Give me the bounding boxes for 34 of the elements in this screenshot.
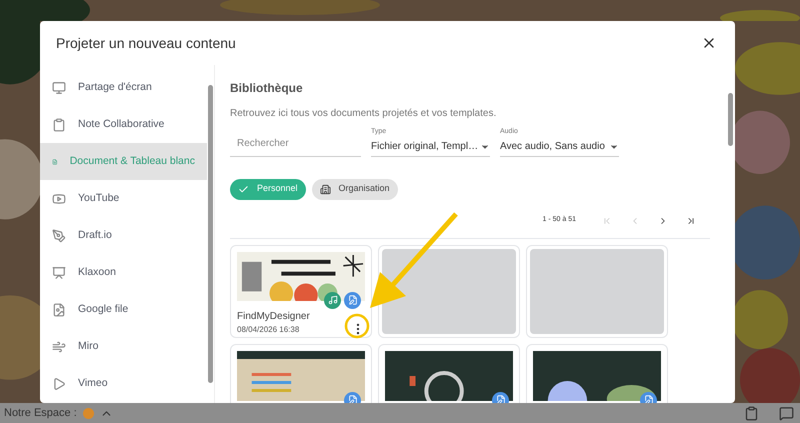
sidebar-item[interactable]: Vimeo <box>40 365 207 402</box>
document-card[interactable]: FindMyDesigner 08/04/2026 16:38 <box>230 244 372 338</box>
dialog-title: Projeter un nouveau contenu <box>56 34 236 53</box>
chat-icon[interactable] <box>779 406 794 420</box>
sidebar-item[interactable]: YouTube <box>40 180 207 217</box>
sidebar-item[interactable]: Note Collaborative <box>40 106 207 143</box>
first-page-icon <box>602 216 612 226</box>
filter-chip[interactable]: Organisation <box>312 178 398 200</box>
stripes-icon <box>52 340 66 354</box>
play-icon <box>52 376 66 390</box>
sidebar-item[interactable]: Partage d'écran <box>40 69 207 106</box>
library-title: Bibliothèque <box>230 80 304 97</box>
play-icon <box>52 192 66 206</box>
document-name: FindMyDesigner <box>237 310 310 324</box>
sidebar-item[interactable]: Klaxoon <box>40 254 207 291</box>
clipboard-icon[interactable] <box>744 406 759 420</box>
board-icon <box>52 266 66 280</box>
pen-icon <box>52 228 66 242</box>
last-page-icon <box>686 216 696 226</box>
check-icon <box>238 184 249 194</box>
monitor-icon <box>52 80 66 94</box>
space-label: Notre Espace : <box>4 406 77 421</box>
scrollbar <box>728 93 732 146</box>
library-subtitle: Retrouvez ici tous vos documents projetés et vos templates. <box>230 107 498 121</box>
search-field[interactable]: Rechercher <box>230 130 361 156</box>
highlight-circle <box>344 313 370 339</box>
sidebar-item[interactable]: Google file <box>40 291 207 328</box>
sidebar-item[interactable]: Miro <box>40 328 207 365</box>
building-icon <box>320 184 331 194</box>
file-icon <box>52 302 66 316</box>
clipboard-icon <box>52 118 66 132</box>
emoji-icon <box>82 408 94 418</box>
document-date: 08/04/2026 16:38 <box>237 324 300 336</box>
sidebar-item[interactable]: Draft.io <box>40 217 207 254</box>
